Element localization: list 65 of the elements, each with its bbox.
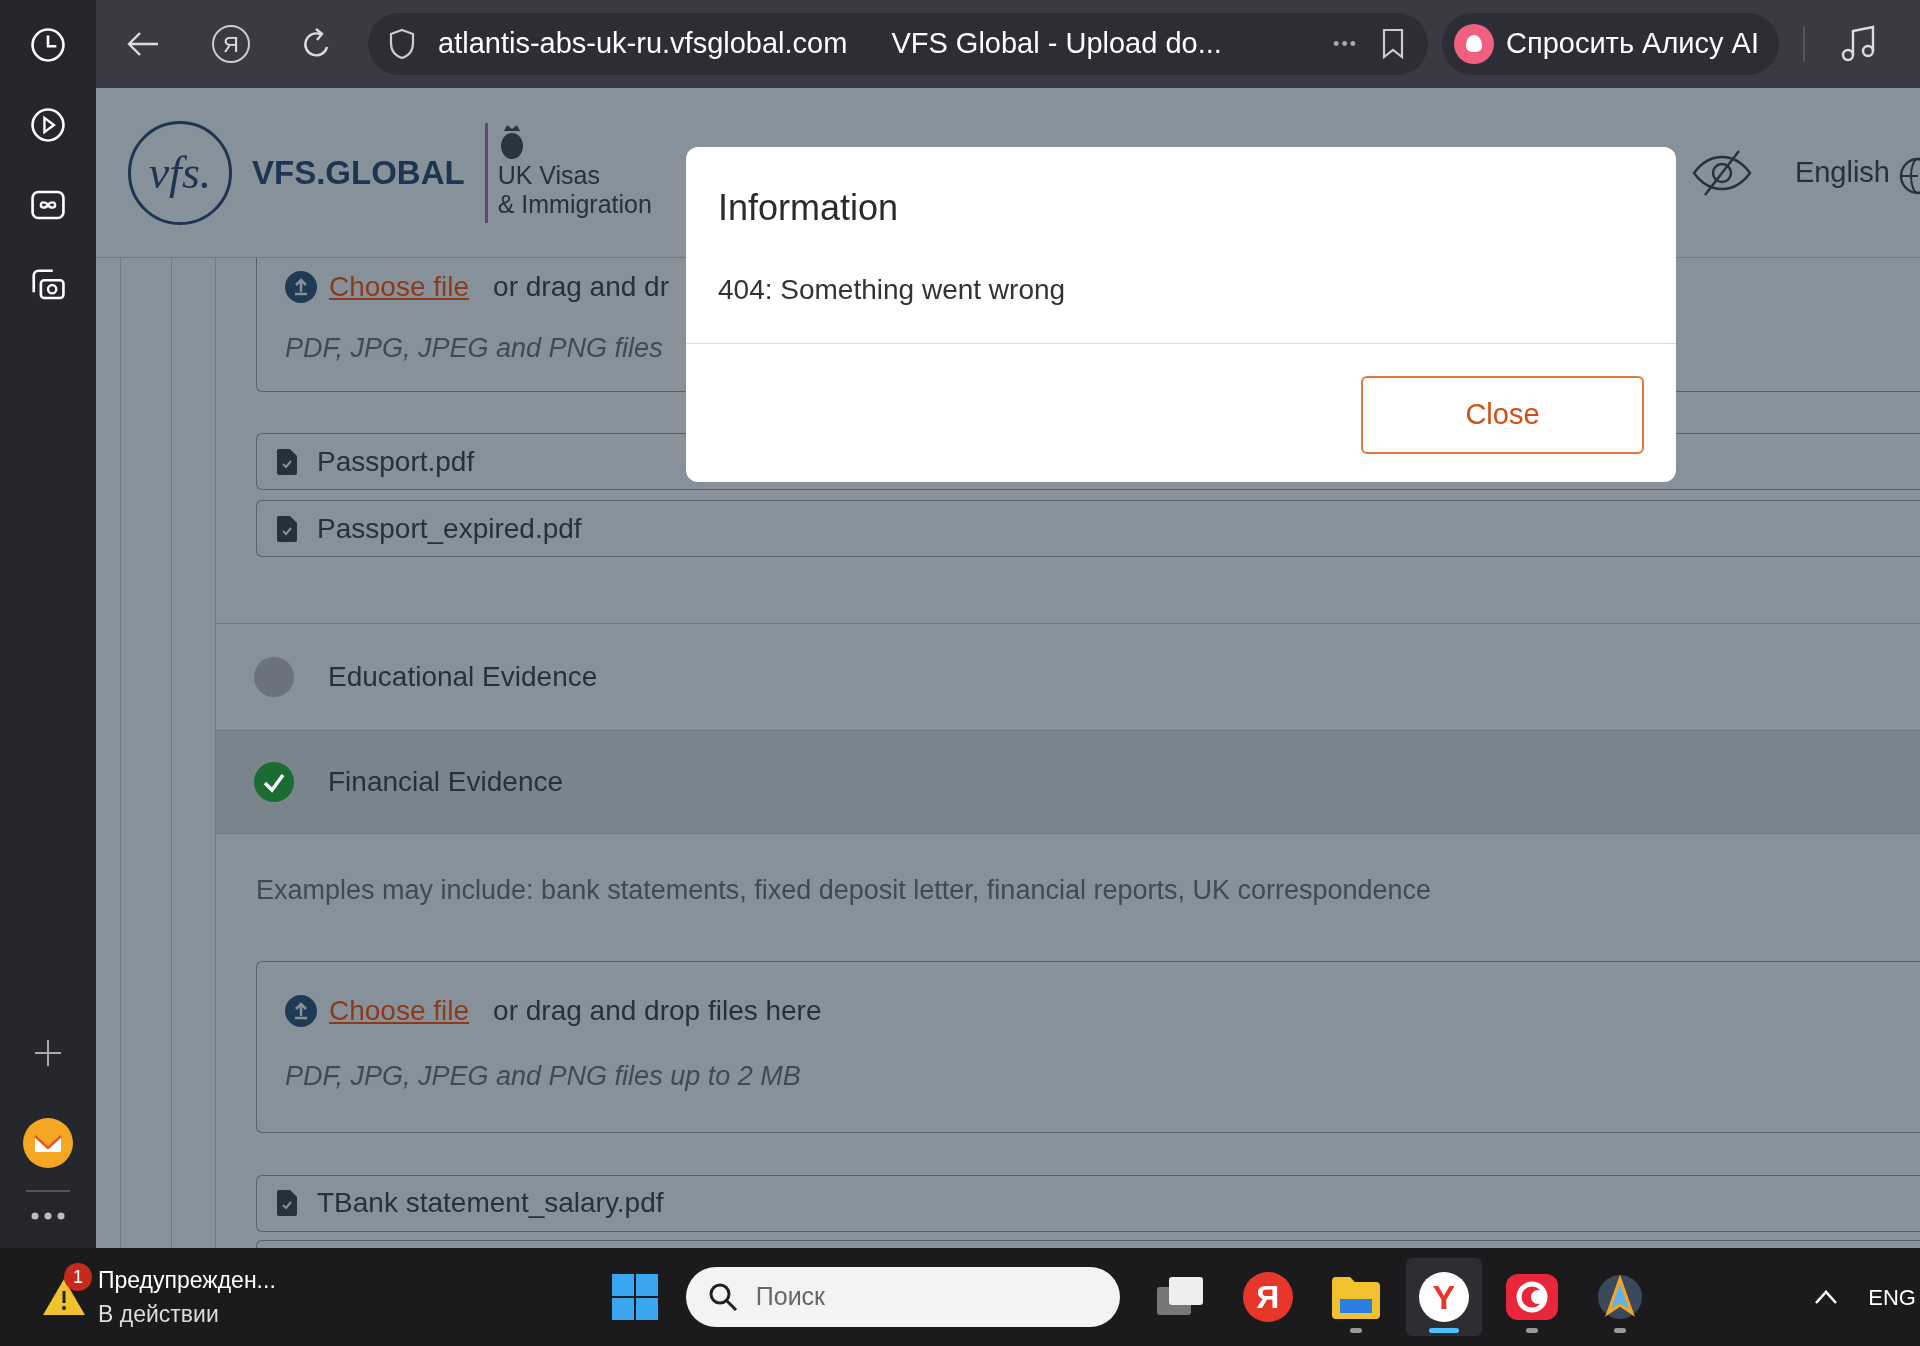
- more-icon[interactable]: [31, 1212, 65, 1220]
- play-icon[interactable]: [29, 106, 67, 144]
- language-selector[interactable]: English: [1794, 150, 1890, 195]
- more-button[interactable]: •••: [1333, 30, 1358, 58]
- address-bar[interactable]: atlantis-abs-uk-ru.vfsglobal.com VFS Global - Upload do... •••: [368, 13, 1428, 75]
- yandex-button[interactable]: Я: [212, 25, 250, 63]
- folder-icon: [1329, 1275, 1382, 1319]
- assistant-icon: [1454, 24, 1494, 64]
- file-name: Passport_expired.pdf: [317, 511, 582, 546]
- start-icon[interactable]: [611, 1274, 658, 1320]
- close-button[interactable]: Close: [1361, 376, 1644, 454]
- bookmark-icon[interactable]: [1380, 28, 1406, 60]
- back-icon[interactable]: [126, 30, 160, 58]
- url-text: atlantis-abs-uk-ru.vfsglobal.com: [438, 26, 848, 62]
- assistant-label: Спросить Алису AI: [1506, 26, 1759, 62]
- dialog-message: 404: Something went wrong: [718, 273, 1066, 307]
- choose-file-link[interactable]: Choose file: [329, 266, 470, 308]
- file-type-hint: PDF, JPG, JPEG and PNG files: [285, 332, 663, 365]
- compass-app-icon: [1595, 1273, 1644, 1321]
- category-description: Examples may include: bank statements, fixed deposit letter, financial reports, UK correspondence: [256, 874, 1432, 907]
- notification-title[interactable]: Предупрежден...: [98, 1262, 276, 1297]
- ring-app-icon: [1505, 1274, 1558, 1320]
- category-label: Financial Evidence: [328, 765, 564, 799]
- mail-icon[interactable]: [23, 1118, 73, 1168]
- file-name: TBank statement_salary.pdf: [317, 1186, 664, 1220]
- running-indicator: [1428, 1328, 1459, 1333]
- history-clock-icon[interactable]: [29, 26, 67, 64]
- taskbar-app[interactable]: Y: [1405, 1258, 1482, 1336]
- file-check-icon: [277, 448, 297, 475]
- file-name: Passport.pdf: [317, 444, 475, 479]
- browser-app-icon: Y: [1418, 1272, 1469, 1322]
- file-type-hint: PDF, JPG, JPEG and PNG files up to 2 MB: [285, 1059, 801, 1093]
- tab-title: VFS Global - Upload do...: [891, 26, 1222, 62]
- assistant-button[interactable]: Спросить Алису AI: [1442, 13, 1779, 75]
- partner-name: UK Visas: [497, 160, 602, 190]
- category-row[interactable]: Financial Evidence: [216, 730, 1920, 834]
- drop-hint: or drag and dr: [493, 270, 669, 304]
- upload-icon: [285, 994, 317, 1027]
- taskbar-app[interactable]: Я: [1229, 1258, 1306, 1336]
- taskbar-search[interactable]: Поиск: [685, 1267, 1120, 1327]
- search-icon: [707, 1282, 738, 1312]
- vfs-logo-mark: vfs.: [128, 120, 232, 225]
- notification-badge: 1: [64, 1263, 92, 1291]
- shield-icon: [388, 28, 416, 60]
- add-icon[interactable]: [33, 1038, 63, 1068]
- globe-icon[interactable]: [1898, 155, 1920, 196]
- brand-name: VFS.GLOBAL: [252, 152, 465, 193]
- upload-icon: [285, 271, 317, 303]
- file-row[interactable]: Passport_expired.pdf: [256, 500, 1920, 557]
- running-indicator: [1349, 1328, 1362, 1333]
- drop-hint: or drag and drop files here: [493, 993, 822, 1028]
- notification-subtitle: В действии: [98, 1300, 220, 1329]
- language-indicator[interactable]: ENG: [1868, 1280, 1916, 1314]
- file-check-icon: [277, 1190, 297, 1216]
- yandex-app-icon: Я: [1242, 1272, 1293, 1322]
- category-label: Educational Evidence: [328, 660, 598, 694]
- running-indicator: [1613, 1328, 1626, 1333]
- choose-file-link[interactable]: Choose file: [329, 989, 470, 1032]
- file-check-icon: [277, 515, 297, 542]
- search-placeholder: Поиск: [755, 1281, 826, 1313]
- chevron-up-icon[interactable]: [1814, 1289, 1839, 1305]
- file-row[interactable]: TBank statement_salary.pdf: [256, 1174, 1920, 1232]
- dialog-title: Information: [718, 186, 899, 230]
- running-indicator: [1525, 1328, 1538, 1333]
- partner-name: & Immigration: [497, 189, 652, 219]
